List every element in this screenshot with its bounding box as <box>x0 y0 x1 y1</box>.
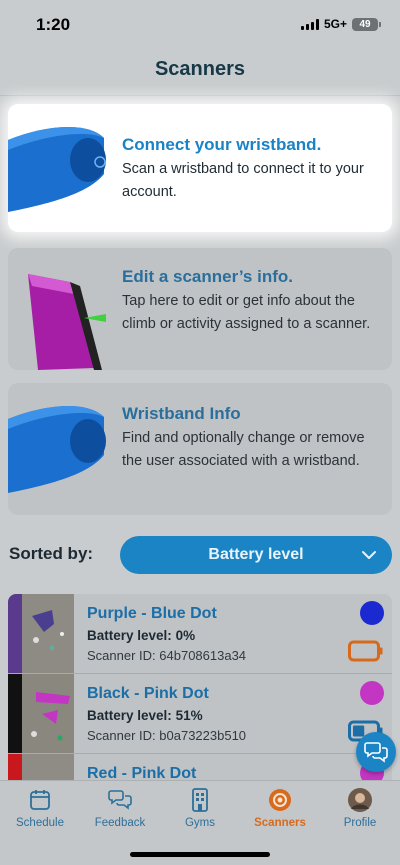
battery-icon <box>348 640 383 662</box>
tab-label: Schedule <box>16 817 64 829</box>
color-stripe <box>8 674 22 753</box>
chat-bubbles-icon <box>108 790 132 810</box>
page-title: Scanners <box>154 58 246 80</box>
battery-level: Battery level: 0% <box>87 628 196 643</box>
scanner-row[interactable]: Purple - Blue Dot Battery level: 0% Scan… <box>8 594 392 674</box>
card-description: Find and optionally change or remove the… <box>122 430 365 469</box>
tab-label: Profile <box>343 817 377 829</box>
avatar-icon <box>348 788 372 812</box>
scanner-row[interactable]: Black - Pink Dot Battery level: 51% Scan… <box>8 674 392 754</box>
blue-wristband-icon <box>8 405 106 493</box>
battery-icon: 49 <box>352 17 381 31</box>
card-description: Tap here to edit or get info about the c… <box>122 293 371 332</box>
climb-photo <box>22 594 74 673</box>
status-time: 1:20 <box>36 15 71 34</box>
wristband-info-card[interactable]: Wristband Info Find and optionally chang… <box>8 383 392 515</box>
sort-dropdown[interactable]: Battery level <box>120 536 392 574</box>
battery-percent: 49 <box>359 18 371 30</box>
color-stripe <box>8 754 22 780</box>
color-dot <box>360 681 384 705</box>
tab-feedback[interactable]: Feedback <box>80 787 160 829</box>
color-dot <box>360 601 384 625</box>
home-indicator <box>130 852 270 857</box>
card-title: Wristband Info <box>122 404 241 423</box>
building-icon <box>192 788 208 812</box>
connect-wristband-card[interactable]: Connect your wristband. Scan a wristband… <box>8 104 392 232</box>
card-title: Connect your wristband. <box>122 135 322 154</box>
tab-schedule[interactable]: Schedule <box>0 787 80 829</box>
sort-selected-value: Battery level <box>208 546 304 563</box>
scanner-name: Purple - Blue Dot <box>87 605 217 622</box>
tab-label: Gyms <box>184 817 216 829</box>
header-divider <box>0 95 400 96</box>
purple-scanner-icon <box>28 274 106 370</box>
chevron-down-icon <box>362 551 376 559</box>
color-stripe <box>8 594 22 673</box>
tab-label: Feedback <box>94 817 146 829</box>
status-bar: 1:20 5G+ 49 <box>0 0 400 50</box>
chat-bubbles-icon <box>364 742 388 763</box>
scanner-name: Red - Pink Dot <box>87 765 197 780</box>
scanner-id: Scanner ID: b0a73223b510 <box>87 728 247 743</box>
climb-photo <box>22 674 74 753</box>
scanner-id: Scanner ID: 64b708613a34 <box>87 648 247 663</box>
network-type: 5G+ <box>323 17 347 31</box>
calendar-icon <box>30 790 50 810</box>
tab-label: Scanners <box>254 817 306 829</box>
tab-gyms[interactable]: Gyms <box>160 787 240 829</box>
battery-level: Battery level: 51% <box>87 708 203 723</box>
scanner-name: Black - Pink Dot <box>87 685 209 702</box>
sort-label: Sorted by: <box>9 544 94 563</box>
blue-wristband-icon <box>8 126 106 212</box>
card-title: Edit a scanner’s info. <box>122 267 293 286</box>
scanner-target-icon <box>269 789 291 811</box>
tab-scanners[interactable]: Scanners <box>240 787 320 829</box>
climb-photo <box>22 754 74 780</box>
status-indicators: 5G+ 49 <box>300 17 381 31</box>
tab-profile[interactable]: Profile <box>320 787 400 829</box>
chat-button[interactable] <box>356 732 396 772</box>
edit-scanner-card[interactable]: Edit a scanner’s info. Tap here to edit … <box>8 248 392 370</box>
signal-icon <box>300 18 319 30</box>
scanner-list[interactable]: Purple - Blue Dot Battery level: 0% Scan… <box>8 594 392 780</box>
card-description: Scan a wristband to connect it to your a… <box>122 161 364 200</box>
scanner-row[interactable]: Red - Pink Dot <box>8 754 392 780</box>
